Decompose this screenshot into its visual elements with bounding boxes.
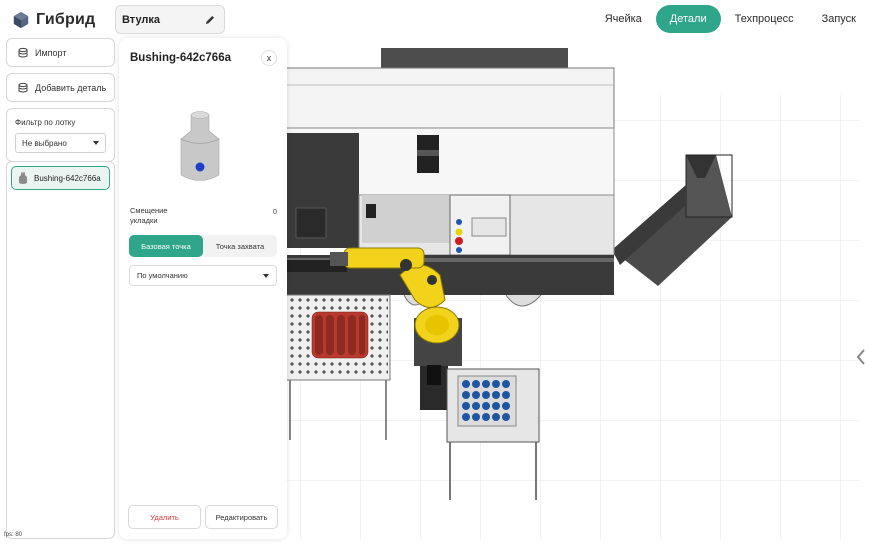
cube-logo-icon (13, 11, 29, 29)
chevron-down-icon (263, 273, 269, 278)
tray-filter-value: Не выбрано (22, 138, 67, 148)
fps-counter: fps: 80 (4, 532, 23, 538)
list-item[interactable]: Bushing-642c766a (11, 166, 110, 190)
offset-value: 0 (273, 209, 277, 216)
edit-button[interactable]: Редактировать (205, 505, 278, 529)
grip-point-option[interactable]: Точка захвата (203, 235, 277, 257)
import-label: Импорт (35, 47, 67, 58)
add-part-button[interactable]: Добавить деталь (6, 73, 115, 102)
cnc-lathe (254, 48, 615, 307)
tray-filter-select[interactable]: Не выбрано (15, 133, 106, 153)
tray-filter-label: Фильтр по лотку (15, 118, 76, 127)
database-icon (18, 47, 28, 57)
tray-filter: Фильтр по лотку Не выбрано (6, 108, 115, 162)
parts-list: Bushing-642c766a (6, 161, 115, 539)
add-part-label: Добавить деталь (35, 82, 107, 93)
base-point-option[interactable]: Базовая точка (129, 235, 203, 257)
close-icon[interactable]: x (261, 50, 277, 66)
app-name: Гибрид (36, 11, 96, 28)
delete-button[interactable]: Удалить (128, 505, 201, 529)
nav-tab-details[interactable]: Детали (655, 5, 721, 33)
part-detail-panel: Bushing-642c766a x Смещение укладки Базо… (119, 38, 287, 539)
mode-select-value: По умолчанию (137, 271, 188, 280)
top-navigation: Ячейка Детали Техпроцесс Запуск (591, 4, 870, 34)
chevron-left-icon[interactable] (856, 348, 866, 366)
app-brand[interactable]: Гибрид (12, 8, 95, 32)
part-preview[interactable] (175, 98, 225, 198)
nav-tab-run[interactable]: Запуск (808, 5, 870, 33)
nav-tab-process[interactable]: Техпроцесс (721, 5, 808, 33)
mode-select[interactable]: По умолчанию (129, 265, 277, 286)
detail-name-field[interactable]: Втулка (115, 5, 225, 34)
chevron-down-icon (93, 141, 99, 145)
import-button[interactable]: Импорт (6, 38, 115, 67)
offset-label: Смещение укладки (130, 206, 168, 225)
part-item-label: Bushing-642c766a (34, 173, 101, 183)
nav-tab-cell[interactable]: Ячейка (591, 5, 656, 33)
bushing-icon (19, 171, 27, 184)
point-mode-toggle: Базовая точка Точка захвата (129, 235, 277, 257)
database-icon (18, 82, 28, 92)
part-title: Bushing-642c766a (130, 52, 231, 64)
pencil-icon[interactable] (204, 14, 216, 26)
left-sidebar: Импорт Добавить деталь Фильтр по лотку Н… (6, 38, 115, 162)
detail-name-text: Втулка (122, 13, 161, 26)
